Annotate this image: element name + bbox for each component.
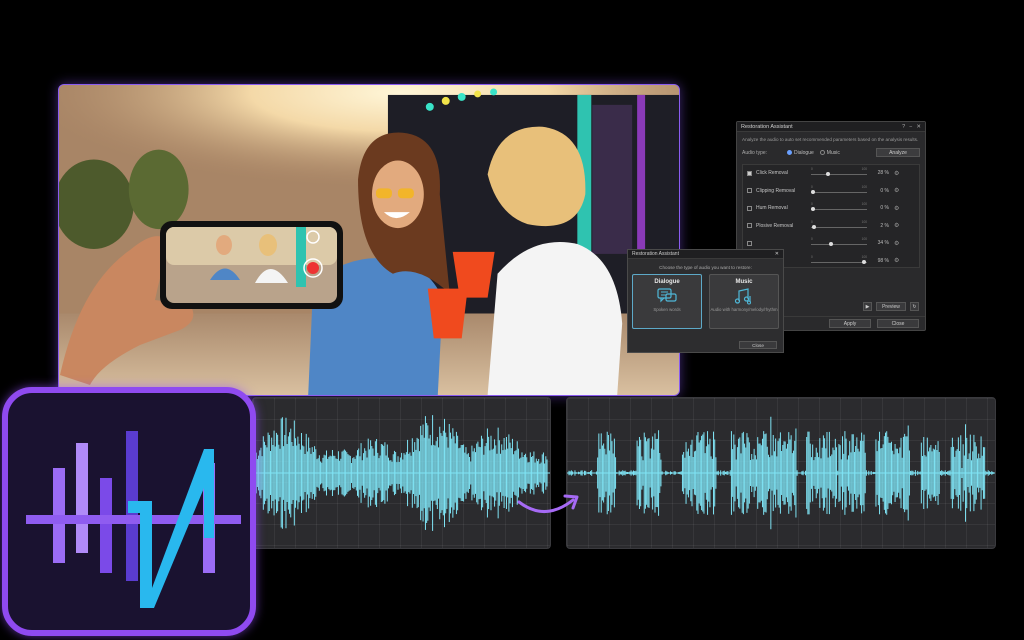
module-slider[interactable]: 0 100 [811, 167, 867, 178]
speech-bubble-icon [657, 288, 677, 303]
dialog-titlebar: Restoration Assistant ? − ✕ [737, 122, 925, 132]
module-name: Click Removal [756, 170, 788, 177]
slider-max-label: 100 [861, 219, 867, 224]
slider-min-label: 0 [811, 254, 813, 259]
module-value: 28 % [877, 170, 889, 177]
gear-icon[interactable]: ⚙ [894, 170, 899, 177]
audio-type-selector: Audio type: Dialogue Music Analyze [737, 147, 925, 159]
module-value: 2 % [880, 222, 889, 229]
slider-max-label: 100 [861, 254, 867, 259]
module-slider[interactable]: 0 100 [811, 202, 867, 213]
music-card-title: Music [735, 279, 753, 285]
module-name: Hum Removal [756, 205, 788, 212]
module-checkbox[interactable] [747, 205, 752, 211]
close-icon[interactable]: ✕ [916, 124, 921, 130]
restoration-module-row: Plosive Removal 0 100 2 % ⚙ [743, 217, 919, 235]
slider-min-label: 0 [811, 202, 813, 207]
module-name: Clipping Removal [756, 187, 796, 194]
slider-knob[interactable] [812, 224, 817, 229]
slider-min-label: 0 [811, 184, 813, 189]
slider-knob[interactable] [825, 172, 830, 177]
apply-button[interactable]: Apply [829, 319, 871, 328]
module-checkbox[interactable] [747, 170, 752, 176]
popup-close-button[interactable]: Close [739, 341, 777, 349]
slider-track [811, 226, 867, 228]
popup-title: Restoration Assistant [632, 251, 679, 257]
clean-waveform-panel [566, 397, 996, 549]
hand-with-phone [60, 221, 343, 385]
module-value: 0 % [880, 205, 889, 212]
close-icon[interactable]: ✕ [775, 251, 779, 257]
dialogue-card-subtitle: Spoken words [653, 307, 681, 312]
module-value: 0 % [880, 187, 889, 194]
music-card[interactable]: Music Audio with harmony/melody/rhythm [709, 274, 779, 329]
app-logo [2, 387, 256, 636]
slider-track [811, 174, 867, 176]
music-radio[interactable]: Music [819, 149, 840, 156]
gear-icon[interactable]: ⚙ [894, 187, 899, 194]
restoration-module-row: Clipping Removal 0 100 0 % ⚙ [743, 182, 919, 200]
minimize-icon[interactable]: − [909, 124, 912, 130]
radio-selected-icon [787, 150, 793, 155]
gear-icon[interactable]: ⚙ [894, 222, 899, 229]
reset-icon[interactable]: ↻ [910, 302, 919, 311]
audio-type-label: Audio type: [742, 149, 768, 156]
dialog-description: Analyze the audio to auto set recommende… [742, 137, 919, 142]
music-card-subtitle: Audio with harmony/melody/rhythm [710, 307, 778, 312]
module-checkbox[interactable] [747, 240, 752, 246]
slider-min-label: 0 [811, 167, 813, 172]
help-icon[interactable]: ? [902, 124, 905, 130]
dialogue-radio-label: Dialogue [794, 149, 814, 156]
popup-description: Choose the type of audio you want to res… [659, 265, 752, 270]
gear-icon[interactable]: ⚙ [894, 240, 899, 247]
play-icon[interactable]: ▶ [863, 302, 872, 311]
dialog-title: Restoration Assistant [741, 123, 793, 130]
restoration-module-row: Click Removal 0 100 28 % ⚙ [743, 165, 919, 183]
noisy-waveform [253, 415, 550, 531]
slider-track [811, 209, 867, 211]
slider-track [811, 191, 867, 193]
gear-icon[interactable]: ⚙ [894, 205, 899, 212]
preview-button[interactable]: Preview [876, 302, 906, 311]
music-note-icon [734, 288, 751, 305]
slider-min-label: 0 [811, 237, 813, 242]
module-checkbox[interactable] [747, 188, 752, 194]
module-slider[interactable]: 0 100 [811, 184, 867, 196]
music-radio-label: Music [826, 149, 840, 156]
gear-icon[interactable]: ⚙ [894, 257, 899, 264]
restoration-module-row: Hum Removal 0 100 0 % ⚙ [743, 200, 919, 218]
slider-max-label: 100 [861, 202, 867, 207]
slider-track [811, 261, 867, 263]
module-value: 98 % [877, 257, 889, 264]
radio-unselected-icon [819, 150, 825, 155]
dialogue-radio[interactable]: Dialogue [787, 150, 814, 156]
slider-max-label: 100 [861, 167, 867, 172]
slider-knob[interactable] [861, 259, 866, 264]
transform-arrow-icon [517, 494, 579, 513]
module-value: 34 % [877, 240, 889, 247]
analyze-button[interactable]: Analyze [876, 148, 920, 157]
slider-track [811, 244, 867, 246]
slider-max-label: 100 [861, 184, 867, 189]
slider-knob[interactable] [828, 242, 833, 247]
module-slider[interactable]: 0 100 [811, 219, 867, 231]
slider-knob[interactable] [811, 189, 815, 194]
close-button[interactable]: Close [877, 319, 919, 328]
popup-titlebar: Restoration Assistant ✕ [628, 250, 783, 259]
clean-waveform [567, 416, 995, 530]
dialogue-card-title: Dialogue [654, 279, 680, 285]
module-name: Plosive Removal [756, 222, 794, 229]
module-slider[interactable]: 0 100 [811, 254, 867, 266]
slider-knob[interactable] [811, 207, 815, 212]
audio-type-popup: Restoration Assistant ✕ Choose the type … [627, 249, 784, 353]
noisy-waveform-panel [252, 397, 551, 549]
slider-min-label: 0 [811, 219, 813, 224]
module-slider[interactable]: 0 100 [811, 237, 867, 248]
module-checkbox[interactable] [747, 223, 752, 229]
slider-max-label: 100 [861, 237, 867, 242]
dialogue-card[interactable]: Dialogue Spoken words [632, 274, 702, 329]
audio-director-logo-icon [26, 431, 241, 608]
